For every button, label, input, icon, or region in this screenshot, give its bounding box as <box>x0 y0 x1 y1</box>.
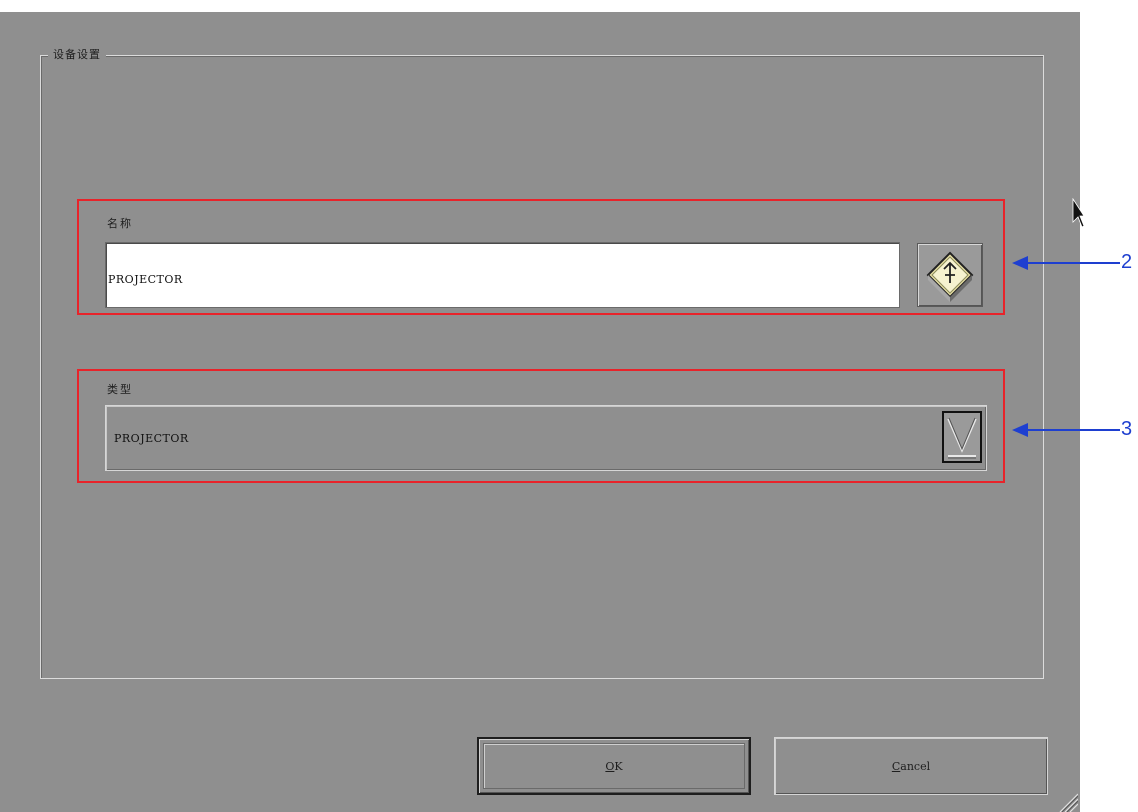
resize-grip-icon[interactable] <box>1056 790 1078 812</box>
callout-number-3: 3 <box>1121 418 1133 440</box>
group-title: 设备设置 <box>48 46 106 62</box>
ok-button[interactable]: OK <box>477 737 751 795</box>
top-edge-strip <box>868 0 958 12</box>
annotation-box-name <box>77 199 1005 315</box>
device-settings-group <box>40 55 1044 679</box>
cancel-button-label: Cancel <box>891 759 931 773</box>
callout-arrowhead-3 <box>1012 423 1028 437</box>
annotation-box-type <box>77 369 1005 483</box>
callout-arrowhead-2 <box>1012 256 1028 270</box>
ok-button-label: OK <box>605 759 623 773</box>
callout-arrows <box>1012 256 1120 437</box>
cancel-button[interactable]: Cancel <box>774 737 1048 795</box>
callout-number-2: 2 <box>1121 251 1133 273</box>
mouse-cursor-icon <box>1072 198 1084 228</box>
